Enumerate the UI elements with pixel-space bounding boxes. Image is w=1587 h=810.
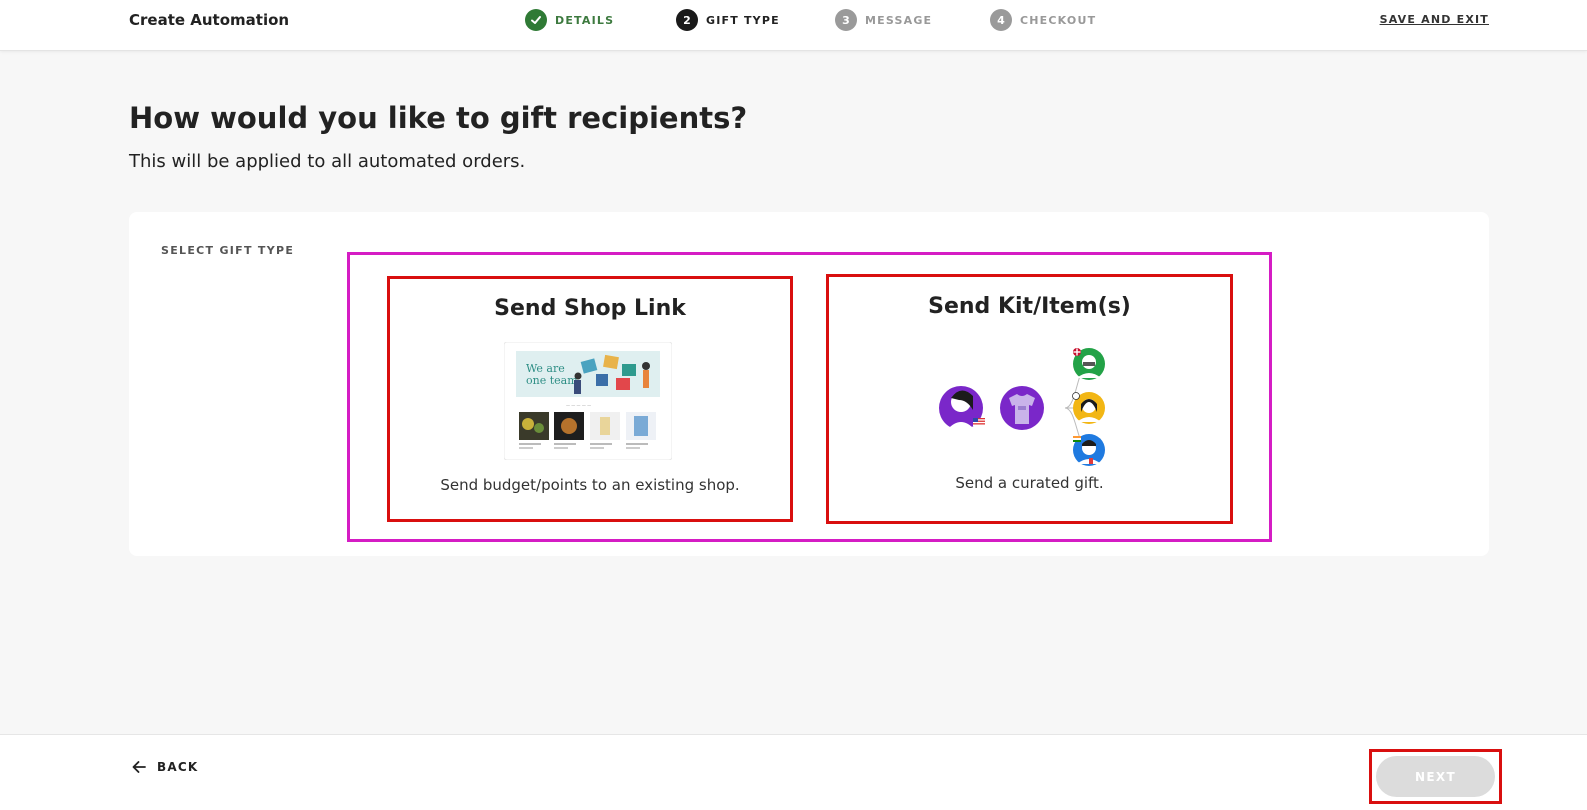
page-subtitle: This will be applied to all automated or… bbox=[129, 151, 526, 172]
save-and-exit-link[interactable]: SAVE AND EXIT bbox=[1380, 13, 1489, 26]
option-description: Send budget/points to an existing shop. bbox=[440, 476, 740, 494]
back-label: BACK bbox=[157, 760, 199, 774]
step-label: GIFT TYPE bbox=[706, 13, 780, 27]
step-checkout[interactable]: 4 CHECKOUT bbox=[990, 9, 1096, 31]
back-button[interactable]: BACK bbox=[131, 759, 198, 775]
step-gift-type[interactable]: 2 GIFT TYPE bbox=[676, 9, 780, 31]
step-number: 2 bbox=[676, 9, 698, 31]
svg-text:— — — — —: — — — — — bbox=[566, 402, 591, 407]
option-title: Send Shop Link bbox=[494, 296, 686, 321]
step-message[interactable]: 3 MESSAGE bbox=[835, 9, 932, 31]
next-button-highlight: NEXT bbox=[1369, 749, 1502, 804]
app-title: Create Automation bbox=[129, 11, 290, 29]
gift-type-panel: SELECT GIFT TYPE Send Shop Link We are on… bbox=[129, 212, 1489, 556]
step-label: CHECKOUT bbox=[1020, 13, 1097, 27]
page-title: How would you like to gift recipients? bbox=[129, 101, 748, 135]
section-label: SELECT GIFT TYPE bbox=[161, 244, 295, 257]
send-shop-link-option[interactable]: Send Shop Link We areone team — — — — — bbox=[387, 276, 793, 522]
step-label: MESSAGE bbox=[865, 13, 933, 27]
kit-illustration bbox=[939, 348, 1105, 466]
bottom-footer: BACK NEXT bbox=[0, 734, 1587, 810]
send-kit-items-option[interactable]: Send Kit/Item(s) Send a curated gift. bbox=[826, 274, 1233, 524]
check-icon bbox=[525, 9, 547, 31]
step-details[interactable]: DETAILS bbox=[525, 9, 614, 31]
top-header: Create Automation DETAILS 2 GIFT TYPE 3 … bbox=[0, 0, 1587, 51]
option-title: Send Kit/Item(s) bbox=[928, 294, 1131, 319]
step-label: DETAILS bbox=[555, 13, 615, 27]
step-number: 3 bbox=[835, 9, 857, 31]
gift-type-options: Send Shop Link We areone team — — — — — bbox=[347, 252, 1272, 542]
arrow-left-icon bbox=[132, 761, 146, 773]
option-description: Send a curated gift. bbox=[955, 474, 1104, 492]
shop-preview-image: We are one team — — — — — bbox=[504, 342, 672, 460]
next-button[interactable]: NEXT bbox=[1376, 756, 1495, 797]
step-number: 4 bbox=[990, 9, 1012, 31]
